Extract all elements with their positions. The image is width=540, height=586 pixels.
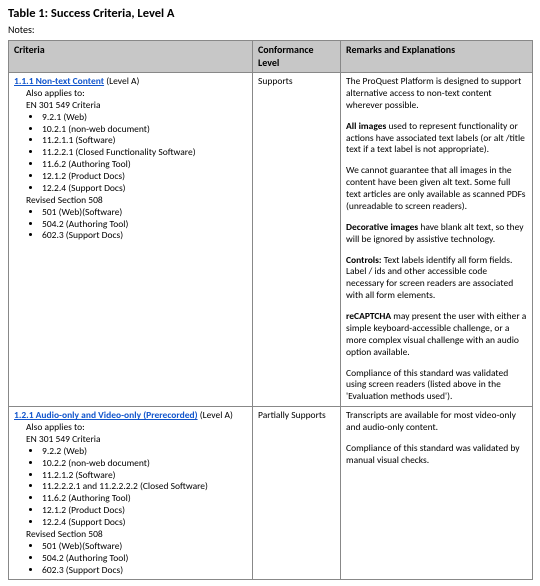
also-applies-label: Also applies to: (14, 88, 247, 100)
en-list: 9.2.1 (Web) 10.2.1 (non-web document) 11… (42, 112, 247, 195)
criteria-level: (Level A) (104, 75, 139, 87)
revised-heading: Revised Section 508 (14, 529, 247, 541)
list-item: 501 (Web)(Software) (42, 541, 247, 553)
criteria-table: Criteria Conformance Level Remarks and E… (8, 40, 533, 580)
en-list: 9.2.2 (Web) 10.2.2 (non-web document) 11… (42, 446, 247, 529)
list-item: 12.2.4 (Support Docs) (42, 517, 247, 529)
criteria-level: (Level A) (198, 409, 233, 421)
table-row: 1.2.1 Audio-only and Video-only (Prereco… (9, 407, 533, 580)
remarks-cell: Transcripts are available for most video… (341, 407, 533, 580)
list-item: 602.3 (Support Docs) (42, 230, 247, 242)
remark-bold: All images (346, 120, 386, 132)
remark-bold: Decorative images (346, 221, 418, 233)
criteria-link[interactable]: 1.2.1 Audio-only and Video-only (Prereco… (14, 409, 198, 421)
remark-text: We cannot guarantee that all images in t… (346, 165, 527, 213)
list-item: 504.2 (Authoring Tool) (42, 553, 247, 565)
revised-list: 501 (Web)(Software) 504.2 (Authoring Too… (42, 207, 247, 243)
remarks-cell: The ProQuest Platform is designed to sup… (341, 73, 533, 407)
conformance-cell: Partially Supports (253, 407, 341, 580)
remark-text: Compliance of this standard was validate… (346, 368, 527, 404)
criteria-cell: 1.2.1 Audio-only and Video-only (Prereco… (9, 407, 253, 580)
header-remarks: Remarks and Explanations (341, 41, 533, 73)
header-conformance: Conformance Level (253, 41, 341, 73)
table-title: Table 1: Success Criteria, Level A (8, 6, 532, 21)
list-item: 9.2.1 (Web) (42, 112, 247, 124)
en-heading: EN 301 549 Criteria (14, 100, 247, 112)
notes-label: Notes: (8, 23, 532, 36)
remark-text: Transcripts are available for most video… (346, 410, 527, 434)
conformance-cell: Supports (253, 73, 341, 407)
list-item: 9.2.2 (Web) (42, 446, 247, 458)
table-row: 1.1.1 Non-text Content (Level A) Also ap… (9, 73, 533, 407)
list-item: 11.6.2 (Authoring Tool) (42, 493, 247, 505)
list-item: 10.2.2 (non-web document) (42, 458, 247, 470)
header-criteria: Criteria (9, 41, 253, 73)
remark-bold: reCAPTCHA (346, 310, 391, 322)
remark-text: The ProQuest Platform is designed to sup… (346, 76, 527, 112)
remark-bold: Controls: (346, 254, 382, 266)
en-heading: EN 301 549 Criteria (14, 434, 247, 446)
criteria-cell: 1.1.1 Non-text Content (Level A) Also ap… (9, 73, 253, 407)
list-item: 501 (Web)(Software) (42, 207, 247, 219)
revised-heading: Revised Section 508 (14, 195, 247, 207)
revised-list: 501 (Web)(Software) 504.2 (Authoring Too… (42, 541, 247, 577)
list-item: 12.1.2 (Product Docs) (42, 505, 247, 517)
list-item: 602.3 (Support Docs) (42, 565, 247, 577)
criteria-link[interactable]: 1.1.1 Non-text Content (14, 75, 104, 87)
list-item: 12.2.4 (Support Docs) (42, 183, 247, 195)
remark-text: Compliance of this standard was validate… (346, 443, 527, 467)
header-row: Criteria Conformance Level Remarks and E… (9, 41, 533, 73)
